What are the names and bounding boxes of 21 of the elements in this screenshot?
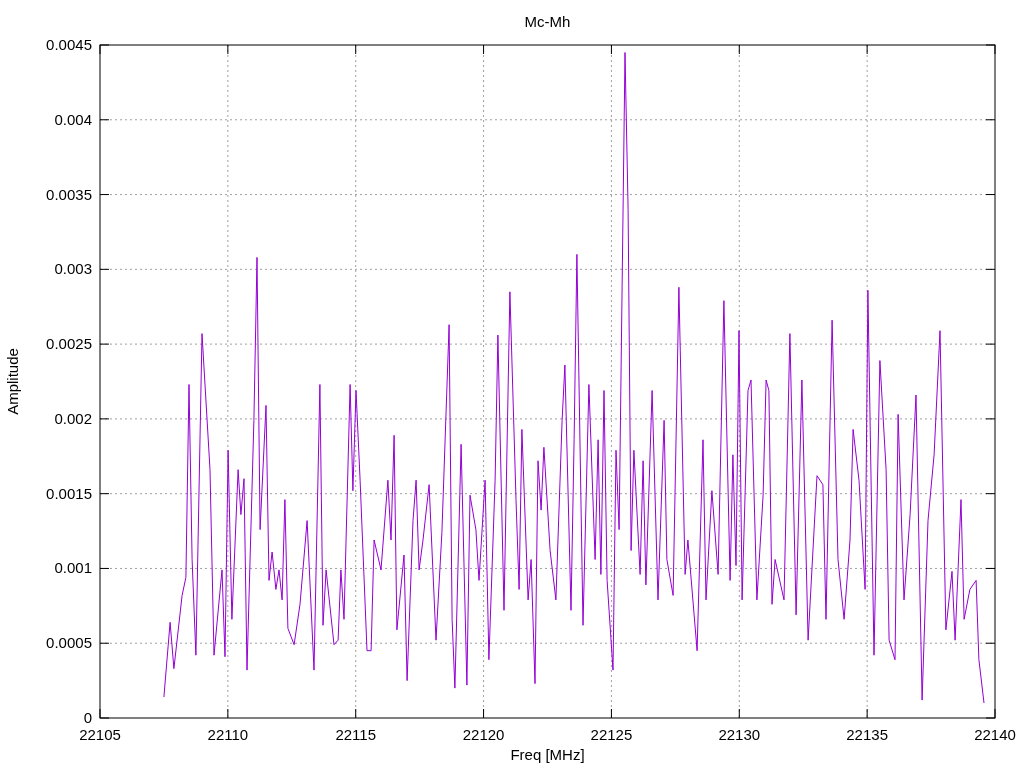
y-tick-label: 0.0035 <box>46 185 92 203</box>
y-tick-label: 0.002 <box>54 409 92 427</box>
y-tick-label: 0 <box>83 709 92 726</box>
x-tick-label: 22135 <box>846 726 888 743</box>
y-tick-label: 0.0015 <box>46 484 92 502</box>
x-tick-label: 22125 <box>590 726 633 743</box>
y-tick-label: 0.0005 <box>46 634 92 652</box>
x-tick-label: 22120 <box>462 726 505 743</box>
x-axis-label: Freq [MHz] <box>510 746 585 763</box>
y-tick-label: 0.003 <box>54 260 92 278</box>
x-tick-label: 22105 <box>79 726 121 743</box>
x-tick-label: 22130 <box>718 726 761 743</box>
chart-title: Mc-Mh <box>524 13 571 30</box>
y-tick-label: 0.001 <box>54 559 92 577</box>
y-tick-label: 0.004 <box>54 110 92 128</box>
y-tick-label: 0.0025 <box>46 335 92 353</box>
x-tick-label: 22115 <box>335 726 376 743</box>
y-tick-label: 0.0045 <box>46 36 92 53</box>
x-tick-label: 22110 <box>207 726 249 743</box>
y-axis-label: Amplitude <box>4 348 21 415</box>
x-tick-label: 22140 <box>974 726 1016 743</box>
